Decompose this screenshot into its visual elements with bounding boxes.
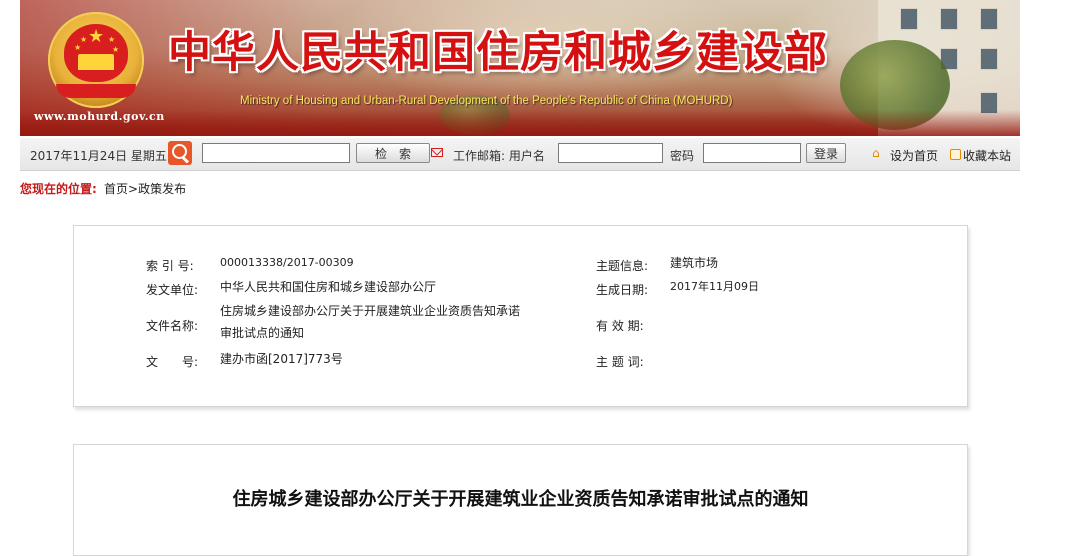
validity-label: 有 效 期:	[596, 319, 644, 333]
building-window	[900, 8, 918, 30]
index-value: 000013338/2017-00309	[220, 256, 354, 269]
mail-icon	[431, 148, 443, 157]
breadcrumb-prefix: 您现在的位置:	[20, 182, 97, 196]
current-date: 2017年11月24日 星期五	[30, 149, 167, 163]
breadcrumb-current-link[interactable]: 政策发布	[138, 182, 186, 196]
national-emblem-icon: ★ ★ ★ ★ ★	[48, 12, 144, 108]
filename-label: 文件名称:	[146, 319, 199, 333]
username-input[interactable]	[558, 143, 663, 163]
building-window	[980, 8, 998, 30]
toolbar: 2017年11月24日 星期五 检 索 工作邮箱: 用户名 密码 登录 ⌂ 设为…	[20, 138, 1020, 171]
site-banner: ★ ★ ★ ★ ★ www.mohurd.gov.cn 中华人民共和国住房和城乡…	[20, 0, 1020, 136]
search-icon[interactable]	[168, 141, 192, 165]
set-homepage-link[interactable]: 设为首页	[890, 147, 938, 164]
theme-label: 主题信息:	[596, 259, 649, 273]
document-info-panel: 索 引 号: 000013338/2017-00309 主题信息: 建筑市场 发…	[73, 225, 968, 407]
banner-ground	[20, 110, 1020, 136]
bookmark-icon	[950, 149, 961, 160]
ministry-title: 中华人民共和国住房和城乡建设部	[168, 28, 828, 78]
doc-number-value: 建办市函[2017]773号	[220, 352, 343, 366]
filename-value: 住房城乡建设部办公厅关于开展建筑业企业资质告知承诺审批试点的通知	[220, 304, 521, 340]
breadcrumb: 您现在的位置: 首页>政策发布	[20, 172, 1020, 200]
issuer-value: 中华人民共和国住房和城乡建设部办公厅	[220, 280, 437, 294]
login-button[interactable]: 登录	[806, 143, 846, 163]
breadcrumb-separator: >	[128, 182, 139, 196]
home-icon: ⌂	[872, 146, 880, 160]
date-value: 2017年11月09日	[670, 280, 759, 293]
index-label: 索 引 号:	[146, 259, 194, 273]
search-button[interactable]: 检 索	[356, 143, 430, 163]
breadcrumb-home-link[interactable]: 首页	[104, 182, 128, 196]
doc-number-label: 文 号:	[146, 355, 199, 369]
password-label: 密码	[670, 149, 695, 163]
building-window	[980, 48, 998, 70]
bookmark-link[interactable]: 收藏本站	[963, 147, 1011, 164]
theme-value: 建筑市场	[670, 256, 719, 270]
ministry-english-name: Ministry of Housing and Urban-Rural Deve…	[240, 95, 733, 107]
issuer-label: 发文单位:	[146, 283, 199, 297]
date-label: 生成日期:	[596, 283, 649, 297]
building-window	[940, 8, 958, 30]
article-panel: 住房城乡建设部办公厅关于开展建筑业企业资质告知承诺审批试点的通知	[73, 444, 968, 556]
search-input[interactable]	[202, 143, 350, 163]
site-url: www.mohurd.gov.cn	[34, 110, 165, 123]
article-title: 住房城乡建设部办公厅关于开展建筑业企业资质告知承诺审批试点的通知	[232, 489, 809, 510]
mail-label: 工作邮箱: 用户名	[453, 149, 545, 163]
keywords-label: 主 题 词:	[596, 355, 644, 369]
password-input[interactable]	[703, 143, 801, 163]
